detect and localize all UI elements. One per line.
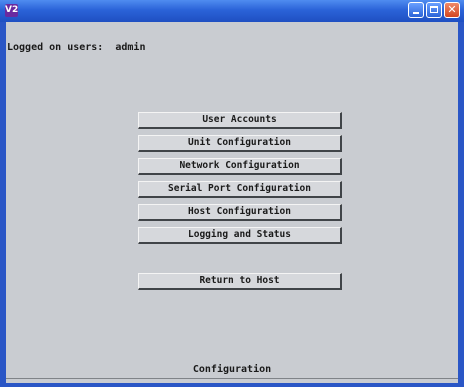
user-accounts-button[interactable]: User Accounts [138,112,342,129]
app-window: V2 ✕ Logged on users: admin User Account… [0,0,464,387]
app-icon[interactable]: V2 [5,4,18,17]
title-bar[interactable]: V2 ✕ [0,0,464,22]
logged-on-users-label: Logged on users: admin [7,42,146,53]
minimize-button[interactable] [408,2,424,18]
close-button[interactable]: ✕ [444,2,460,18]
host-configuration-button[interactable]: Host Configuration [138,204,342,221]
divider [6,378,458,379]
configuration-menu: User Accounts Unit Configuration Network… [138,112,342,250]
maximize-button[interactable] [426,2,442,18]
window-controls: ✕ [408,2,460,18]
unit-configuration-button[interactable]: Unit Configuration [138,135,342,152]
network-configuration-button[interactable]: Network Configuration [138,158,342,175]
serial-port-configuration-button[interactable]: Serial Port Configuration [138,181,342,198]
logging-and-status-button[interactable]: Logging and Status [138,227,342,244]
close-icon: ✕ [447,3,457,16]
screen-title: Configuration [192,364,272,375]
minimize-icon [413,12,419,14]
return-to-host-button[interactable]: Return to Host [138,273,342,290]
maximize-icon [430,6,438,13]
